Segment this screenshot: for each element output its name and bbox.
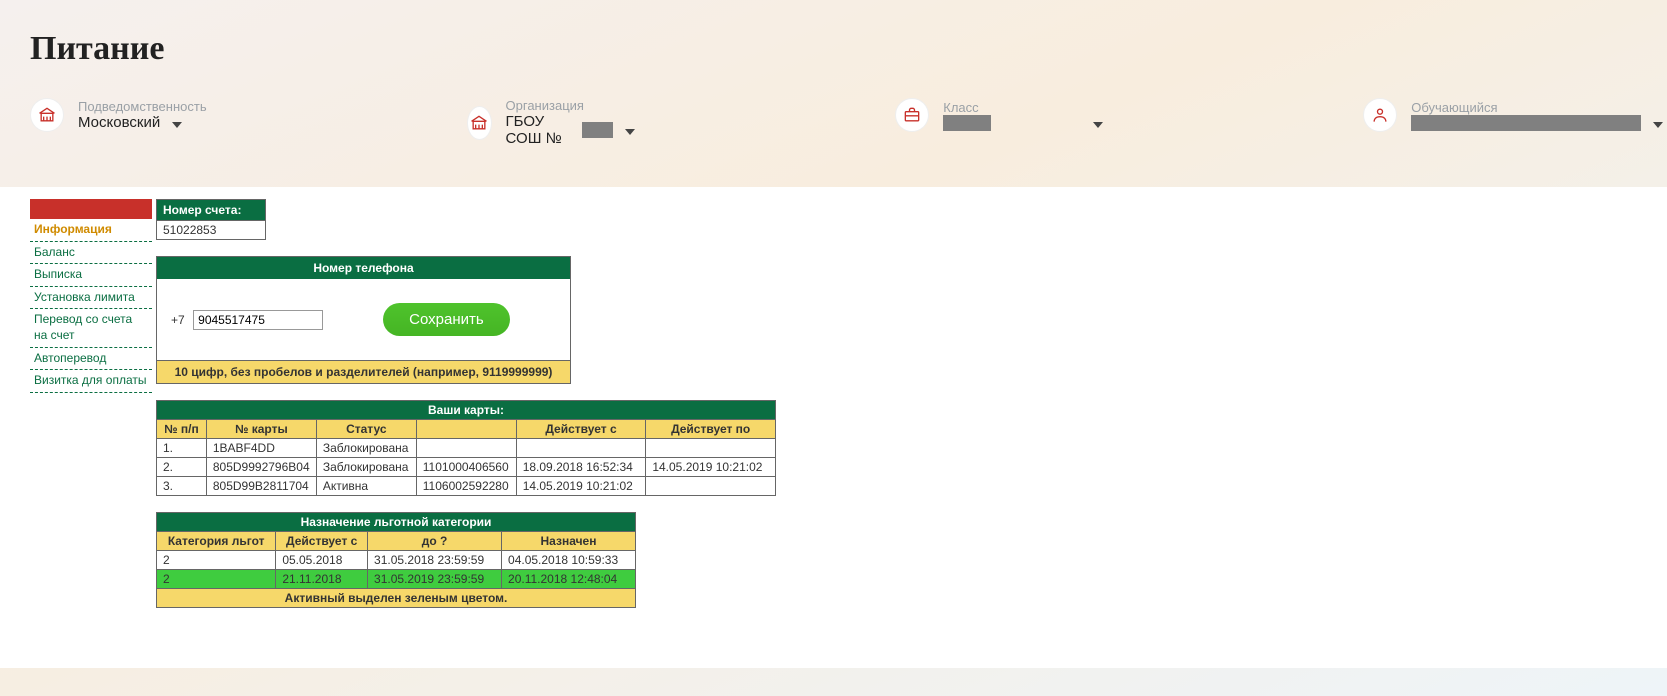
benefit-title: Назначение льготной категории xyxy=(157,513,636,532)
account-value: 51022853 xyxy=(156,221,266,240)
filter-label: Класс xyxy=(943,100,1103,115)
filter-student[interactable]: Обучающийся xyxy=(1363,98,1663,132)
filter-label: Обучающийся xyxy=(1411,100,1663,115)
cards-table: Ваши карты: № п/п № карты Статус Действу… xyxy=(156,400,776,496)
phone-prefix: +7 xyxy=(171,313,185,327)
table-row: 1.1BABF4DDЗаблокирована xyxy=(157,439,776,458)
col-header: № карты xyxy=(206,420,316,439)
redacted-block xyxy=(582,122,613,138)
sidebar-item-paycard[interactable]: Визитка для оплаты xyxy=(30,370,152,393)
filters-bar: Подведомственность Московский Организаци… xyxy=(30,98,1637,147)
filter-value: ГБОУ СОШ № xyxy=(506,113,570,147)
sidebar-item-statement[interactable]: Выписка xyxy=(30,264,152,287)
col-header: Категория льгот xyxy=(157,532,276,551)
building-icon xyxy=(30,98,64,132)
save-button[interactable]: Сохранить xyxy=(383,303,510,336)
phone-header: Номер телефона xyxy=(157,257,570,279)
chevron-down-icon xyxy=(625,129,635,135)
sidebar-item-autotransfer[interactable]: Автоперевод xyxy=(30,348,152,371)
page-title: Питание xyxy=(30,30,1637,68)
redacted-block xyxy=(1411,115,1641,131)
phone-block: Номер телефона +7 Сохранить 10 цифр, без… xyxy=(156,256,571,384)
account-label: Номер счета: xyxy=(156,199,266,221)
col-header xyxy=(416,420,516,439)
table-row-active: 2 21.11.2018 31.05.2019 23:59:59 20.11.2… xyxy=(157,570,636,589)
table-row: 2.805D9992796B04Заблокирована11010004065… xyxy=(157,458,776,477)
filter-value: Московский xyxy=(78,114,160,131)
col-header: до ? xyxy=(368,532,502,551)
sidebar-header-bar xyxy=(30,199,152,219)
building-icon xyxy=(467,106,492,140)
chevron-down-icon xyxy=(1653,122,1663,128)
col-header: Действует с xyxy=(276,532,368,551)
sidebar-item-info[interactable]: Информация xyxy=(30,219,152,242)
filter-label: Подведомственность xyxy=(78,99,207,114)
account-block: Номер счета: 51022853 xyxy=(156,199,776,240)
filter-department[interactable]: Подведомственность Московский xyxy=(30,98,207,132)
phone-hint: 10 цифр, без пробелов и разделителей (на… xyxy=(157,360,570,383)
filter-organization[interactable]: Организация ГБОУ СОШ № xyxy=(467,98,636,147)
col-header: Действует по xyxy=(646,420,776,439)
redacted-block xyxy=(943,115,991,131)
sidebar-item-balance[interactable]: Баланс xyxy=(30,242,152,265)
cards-title: Ваши карты: xyxy=(157,401,776,420)
benefit-footer: Активный выделен зеленым цветом. xyxy=(157,589,636,608)
col-header: Назначен xyxy=(502,532,636,551)
sidebar-item-limit[interactable]: Установка лимита xyxy=(30,287,152,310)
table-row: 2 05.05.2018 31.05.2018 23:59:59 04.05.2… xyxy=(157,551,636,570)
briefcase-icon xyxy=(895,98,929,132)
col-header: № п/п xyxy=(157,420,207,439)
col-header: Действует с xyxy=(516,420,646,439)
person-icon xyxy=(1363,98,1397,132)
phone-input[interactable] xyxy=(193,310,323,330)
benefit-table: Назначение льготной категории Категория … xyxy=(156,512,636,608)
table-row: 3.805D99B2811704Активна110600259228014.0… xyxy=(157,477,776,496)
filter-class[interactable]: Класс xyxy=(895,98,1103,132)
col-header: Статус xyxy=(316,420,416,439)
sidebar: Информация Баланс Выписка Установка лими… xyxy=(30,199,152,393)
chevron-down-icon xyxy=(172,122,182,128)
chevron-down-icon xyxy=(1093,122,1103,128)
sidebar-item-transfer[interactable]: Перевод со счета на счет xyxy=(30,309,152,347)
filter-label: Организация xyxy=(506,98,636,113)
